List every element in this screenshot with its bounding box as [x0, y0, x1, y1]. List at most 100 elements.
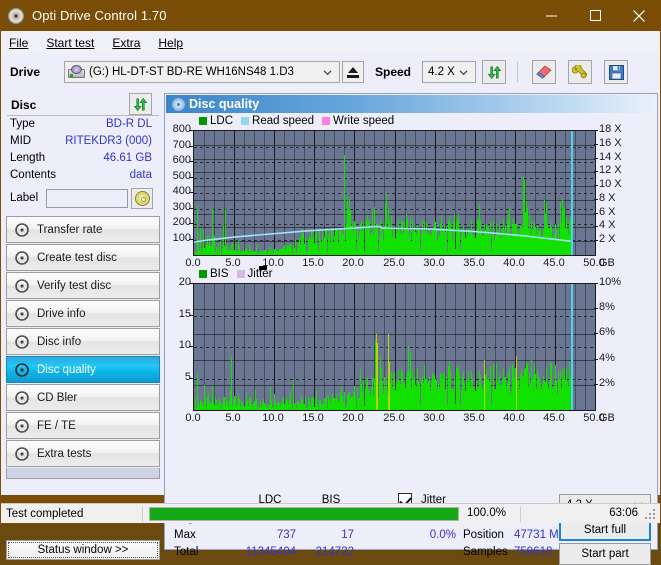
- close-button[interactable]: [617, 0, 661, 31]
- x-tick-label: 20.0: [342, 257, 364, 269]
- y2-tick-label: 4%: [599, 352, 615, 364]
- eraser-icon: [536, 65, 552, 79]
- sidebar-item-label: Verify test disc: [37, 279, 112, 292]
- progress-percent: 100.0%: [467, 507, 507, 519]
- position-cursor-line: [571, 131, 573, 255]
- y2-tick-label: 8%: [599, 301, 615, 313]
- disc-icon: [13, 390, 31, 406]
- drive-select-value: (G:) HL-DT-ST BD-RE WH16NS48 1.D3: [89, 66, 294, 78]
- y2-tick-mark: [594, 308, 598, 309]
- disc-icon: [13, 362, 31, 378]
- stats-row-max-label: Max: [174, 529, 196, 541]
- y2-tick-label: 12 X: [599, 164, 622, 176]
- sidebar-nav: Transfer rate Create test disc Verify te…: [6, 216, 160, 479]
- legend-label-bis: BIS: [210, 268, 229, 280]
- y-tick-mark: [189, 283, 193, 284]
- chart-legend-top: LDC Read speed Write speed: [199, 115, 402, 127]
- x-tick-label: 45.0: [543, 257, 565, 269]
- menu-help[interactable]: Help: [158, 36, 183, 50]
- ldc-chart-plot: [193, 130, 596, 256]
- legend-swatch-jitter: [236, 270, 245, 278]
- disc-info-key: Length: [10, 152, 46, 164]
- disc-panel-divider: [7, 115, 159, 116]
- sidebar-item-extra-tests[interactable]: Extra tests: [6, 440, 160, 467]
- y2-tick-mark: [594, 185, 598, 186]
- sidebar-item-verify-test-disc[interactable]: Verify test disc: [6, 272, 160, 299]
- legend-item-jitter: Jitter: [236, 268, 272, 280]
- disc-label-key: Label: [10, 192, 39, 204]
- disc-info-value: BD-R DL: [105, 118, 152, 130]
- y2-tick-label: 2%: [599, 377, 615, 389]
- disc-label-apply-button[interactable]: [131, 188, 153, 209]
- resize-grip[interactable]: [645, 509, 657, 521]
- y-tick-mark: [189, 223, 193, 224]
- disc-info-row-length: Length 46.61 GB: [1, 152, 161, 169]
- x-tick-label: 15.0: [302, 257, 324, 269]
- maximize-button[interactable]: [573, 0, 617, 31]
- sidebar-item-label: Drive info: [37, 307, 86, 320]
- x-tick-label: 20.0: [342, 412, 364, 424]
- app-disc-icon: [8, 7, 24, 24]
- status-bar: Test completed 100.0% 63:06: [1, 503, 660, 523]
- window-title: Opti Drive Control 1.70: [32, 8, 167, 23]
- legend-item-ldc: LDC: [199, 115, 233, 127]
- refresh-drive-button[interactable]: [482, 60, 506, 84]
- disc-icon: [13, 250, 31, 266]
- start-part-button[interactable]: Start part: [559, 543, 651, 565]
- disc-icon: [134, 191, 150, 206]
- y2-tick-label: 10%: [599, 276, 622, 288]
- disc-icon: [13, 334, 31, 350]
- refresh-disc-button[interactable]: [129, 93, 152, 115]
- y-tick-mark: [189, 161, 193, 162]
- disc-info-value: data: [129, 169, 152, 181]
- y2-tick-label: 4 X: [599, 219, 616, 231]
- legend-item-read-speed: Read speed: [241, 115, 314, 127]
- legend-swatch-read-speed: [241, 117, 250, 125]
- status-window-button[interactable]: Status window >>: [6, 540, 160, 560]
- x-tick-label: 25.0: [383, 412, 405, 424]
- y2-tick-mark: [594, 171, 598, 172]
- legend-item-write-speed: Write speed: [322, 115, 394, 127]
- y-tick-mark: [189, 130, 193, 131]
- menu-start-test[interactable]: Start test: [46, 36, 94, 50]
- sidebar-item-transfer-rate[interactable]: Transfer rate: [6, 216, 160, 243]
- legend-label-write-speed: Write speed: [333, 115, 395, 127]
- speed-select[interactable]: 4.2 X: [422, 61, 476, 83]
- y-tick-mark: [189, 192, 193, 193]
- sidebar-item-label: Transfer rate: [37, 223, 103, 236]
- drive-select[interactable]: (G:) HL-DT-ST BD-RE WH16NS48 1.D3: [64, 61, 340, 83]
- y-tick-label: 400: [172, 185, 191, 197]
- y2-tick-label: 16 X: [599, 137, 622, 149]
- tools-button[interactable]: [568, 60, 592, 84]
- disc-info-key: MID: [10, 135, 32, 147]
- sidebar-item-disc-info[interactable]: Disc info: [6, 328, 160, 355]
- disc-info-row-contents: Contents data: [1, 169, 161, 186]
- menu-file[interactable]: File: [9, 36, 28, 50]
- minimize-button[interactable]: [529, 0, 573, 31]
- x-tick-label: 30.0: [423, 257, 445, 269]
- stats-total-bis: 214722: [315, 546, 354, 558]
- x-tick-label: 40.0: [503, 257, 525, 269]
- disc-label-input[interactable]: [46, 189, 128, 208]
- sidebar-item-cd-bler[interactable]: CD Bler: [6, 384, 160, 411]
- x-tick-label: 30.0: [423, 412, 445, 424]
- sidebar-item-disc-quality[interactable]: Disc quality: [6, 356, 160, 383]
- disc-quality-panel: Disc quality LDC Read speed Write speed: [164, 93, 658, 565]
- client-area: Drive (G:) HL-DT-ST BD-RE WH16NS48 1.D3 …: [1, 54, 660, 565]
- y2-tick-label: 18 X: [599, 123, 622, 135]
- sidebar-item-label: Disc info: [37, 335, 82, 348]
- legend-item-bis: BIS: [199, 268, 229, 280]
- sidebar-item-drive-info[interactable]: Drive info: [6, 300, 160, 327]
- x-tick-label: 35.0: [463, 412, 485, 424]
- save-button[interactable]: [604, 60, 628, 84]
- sidebar-item-create-test-disc[interactable]: Create test disc: [6, 244, 160, 271]
- eject-button[interactable]: [342, 61, 364, 83]
- sidebar-item-label: Extra tests: [37, 447, 92, 460]
- sidebar-item-fe-te[interactable]: FE / TE: [6, 412, 160, 439]
- erase-button[interactable]: [532, 60, 556, 84]
- y-tick-label: 100: [172, 232, 191, 244]
- menu-extra[interactable]: Extra: [112, 36, 140, 50]
- y-tick-mark: [189, 346, 193, 347]
- y2-tick-mark: [594, 384, 598, 385]
- toolbar-separator: [517, 62, 518, 82]
